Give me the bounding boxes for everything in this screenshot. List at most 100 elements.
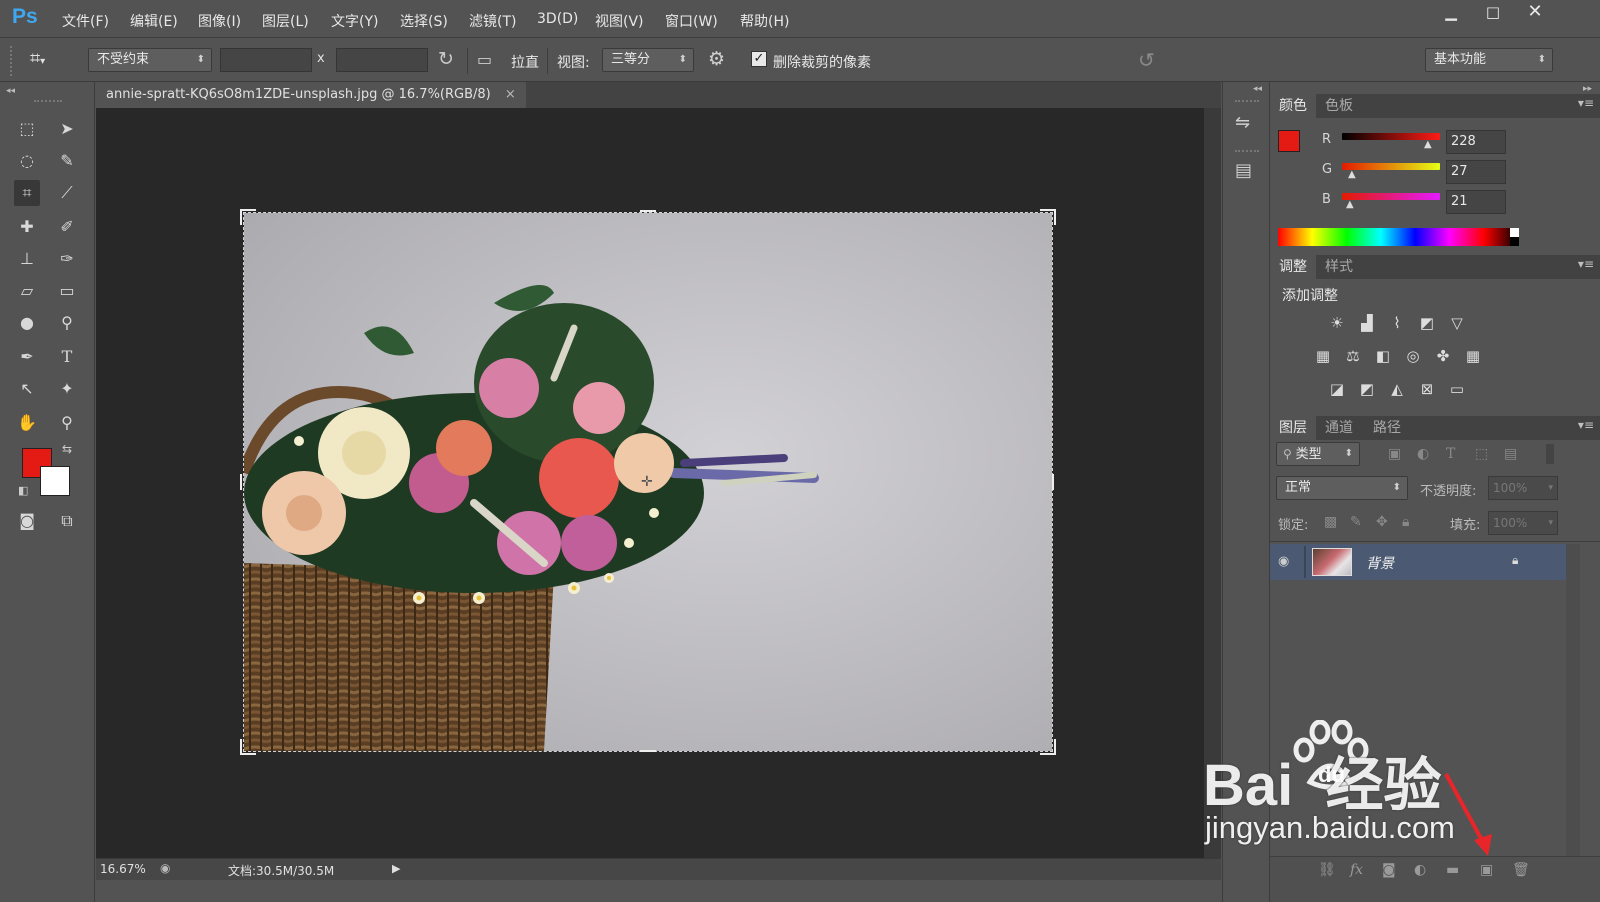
tab-styles[interactable]: 样式 [1316, 255, 1362, 279]
panel-menu-icon[interactable]: ▾≡ [1578, 418, 1594, 432]
menu-filter[interactable]: 滤镜(T) [469, 11, 516, 31]
layer-visibility-eye-icon[interactable]: ◉ [1278, 554, 1289, 569]
document-tab-close-icon[interactable]: × [505, 87, 516, 102]
quick-mask-icon[interactable]: ◙ [14, 508, 40, 534]
height-input[interactable] [336, 48, 428, 72]
reset-crop-icon[interactable]: ↺ [1138, 48, 1155, 72]
tab-channels[interactable]: 通道 [1316, 416, 1362, 440]
filter-toggle[interactable] [1546, 444, 1554, 464]
straighten-icon[interactable]: ▭ [477, 50, 492, 69]
fill-input[interactable]: 100% ▾ [1488, 511, 1558, 535]
pen-tool-icon[interactable]: ✒ [14, 344, 40, 370]
layer-row-background[interactable]: ◉ 背景 🔒︎ [1270, 544, 1566, 580]
crop-handle-top-left[interactable] [240, 209, 256, 225]
r-slider-thumb[interactable]: ▲ [1424, 139, 1432, 150]
menu-file[interactable]: 文件(F) [62, 11, 109, 31]
dodge-tool-icon[interactable]: ⚲ [54, 310, 80, 336]
type-tool-icon[interactable]: T [54, 344, 80, 370]
zoom-level[interactable]: 16.67% [100, 862, 146, 876]
lock-transparent-icon[interactable]: ▩ [1324, 514, 1337, 530]
menu-window[interactable]: 窗口(W) [665, 11, 718, 31]
crop-tool-icon[interactable]: ⌗ [14, 180, 40, 206]
menu-layer[interactable]: 图层(L) [262, 11, 309, 31]
status-info-icon[interactable]: ◉ [160, 861, 170, 875]
crop-handle-bottom[interactable] [640, 748, 656, 752]
panel-menu-icon[interactable]: ▾≡ [1578, 257, 1594, 271]
menu-view[interactable]: 视图(V) [595, 11, 644, 31]
tab-color[interactable]: 颜色 [1270, 94, 1316, 118]
collapse-dock-icon[interactable]: ◂◂ [1253, 84, 1262, 94]
clone-stamp-tool-icon[interactable]: ⊥ [14, 246, 40, 272]
screen-mode-icon[interactable]: ⧉ [54, 508, 80, 534]
layer-name[interactable]: 背景 [1366, 553, 1394, 573]
swap-rotate-icon[interactable]: ↻ [438, 48, 454, 70]
healing-brush-tool-icon[interactable]: ✚ [14, 214, 40, 240]
crop-handle-top-right[interactable] [1040, 209, 1056, 225]
menu-image[interactable]: 图像(I) [198, 11, 241, 31]
color-spectrum-ramp[interactable] [1278, 228, 1518, 246]
menu-3d[interactable]: 3D(D) [537, 11, 578, 27]
posterize-icon[interactable]: ◩ [1356, 378, 1378, 400]
collapse-toolbar-icon[interactable]: ◂◂ [6, 86, 15, 96]
background-color-swatch[interactable] [40, 466, 70, 496]
swap-colors-icon[interactable]: ⇆ [62, 442, 72, 456]
r-value-input[interactable]: 228 [1446, 130, 1506, 154]
move-tool-icon[interactable]: ➤ [54, 116, 80, 142]
bw-ramp[interactable] [1510, 228, 1519, 246]
menu-edit[interactable]: 编辑(E) [130, 11, 178, 31]
lock-image-icon[interactable]: ✎ [1350, 514, 1362, 530]
minimize-button[interactable]: ▁ [1430, 0, 1472, 26]
crop-handle-bottom-left[interactable] [240, 739, 256, 755]
vibrance-icon[interactable]: ▽ [1446, 312, 1468, 334]
opacity-input[interactable]: 100% ▾ [1488, 476, 1558, 500]
lock-all-icon[interactable]: 🔒︎ [1402, 514, 1409, 530]
gradient-map-icon[interactable]: ▭ [1446, 378, 1468, 400]
layer-style-fx-icon[interactable]: fx [1350, 862, 1363, 878]
quick-selection-tool-icon[interactable]: ✎ [54, 148, 80, 174]
exposure-icon[interactable]: ◩ [1416, 312, 1438, 334]
selective-color-icon[interactable]: ⊠ [1416, 378, 1438, 400]
menu-select[interactable]: 选择(S) [400, 11, 448, 31]
color-lookup-icon[interactable]: ▦ [1462, 345, 1484, 367]
properties-panel-icon[interactable]: ▤ [1235, 160, 1252, 181]
photo-filter-icon[interactable]: ◎ [1402, 345, 1424, 367]
lasso-tool-icon[interactable]: ◌ [14, 148, 40, 174]
link-layers-icon[interactable]: ⛓ [1318, 862, 1336, 878]
crop-handle-bottom-right[interactable] [1040, 739, 1056, 755]
delete-cropped-checkbox[interactable]: ✓ [751, 51, 767, 67]
brightness-contrast-icon[interactable]: ☀ [1326, 312, 1348, 334]
new-adjustment-layer-icon[interactable]: ◐ [1414, 862, 1426, 878]
curves-icon[interactable]: ⌇ [1386, 312, 1408, 334]
new-layer-icon[interactable]: ▣ [1480, 862, 1493, 878]
default-colors-icon[interactable]: ◧ [18, 484, 28, 497]
panel-menu-icon[interactable]: ▾≡ [1578, 96, 1594, 110]
tab-adjustments[interactable]: 调整 [1270, 255, 1316, 279]
document-tab[interactable]: annie-spratt-KQ6sO8m1ZDE-unsplash.jpg @ … [96, 82, 526, 108]
tab-paths[interactable]: 路径 [1364, 416, 1410, 440]
black-white-icon[interactable]: ◧ [1372, 345, 1394, 367]
collapse-panels-icon[interactable]: ▸▸ [1583, 84, 1592, 94]
close-button[interactable]: ✕ [1514, 0, 1556, 26]
levels-icon[interactable]: ▟ [1356, 312, 1378, 334]
filter-smart-object-icon[interactable]: ▤ [1504, 446, 1517, 462]
marquee-tool-icon[interactable]: ⬚ [14, 116, 40, 142]
layer-lock-icon[interactable]: 🔒︎ [1512, 553, 1518, 568]
crop-handle-right[interactable] [1050, 474, 1054, 490]
width-input[interactable] [220, 48, 312, 72]
menu-help[interactable]: 帮助(H) [740, 11, 789, 31]
straighten-button[interactable]: 拉直 [511, 52, 539, 72]
crop-settings-gear-icon[interactable]: ⚙ [708, 48, 725, 70]
ratio-constraint-select[interactable]: 不受约束 ⬍ [88, 48, 212, 72]
hue-saturation-icon[interactable]: ▦ [1312, 345, 1334, 367]
maximize-button[interactable]: □ [1472, 0, 1514, 26]
g-slider[interactable] [1342, 163, 1440, 170]
add-mask-icon[interactable]: ◙ [1382, 862, 1396, 878]
status-menu-arrow-icon[interactable]: ▶ [392, 862, 400, 875]
crop-handle-top[interactable] [640, 210, 656, 214]
tab-swatches[interactable]: 色板 [1316, 94, 1362, 118]
filter-shape-icon[interactable]: ⬚ [1475, 446, 1488, 462]
b-value-input[interactable]: 21 [1446, 190, 1506, 214]
hand-tool-icon[interactable]: ✋ [14, 410, 40, 436]
threshold-icon[interactable]: ◭ [1386, 378, 1408, 400]
filter-type-icon[interactable]: T [1446, 446, 1455, 462]
